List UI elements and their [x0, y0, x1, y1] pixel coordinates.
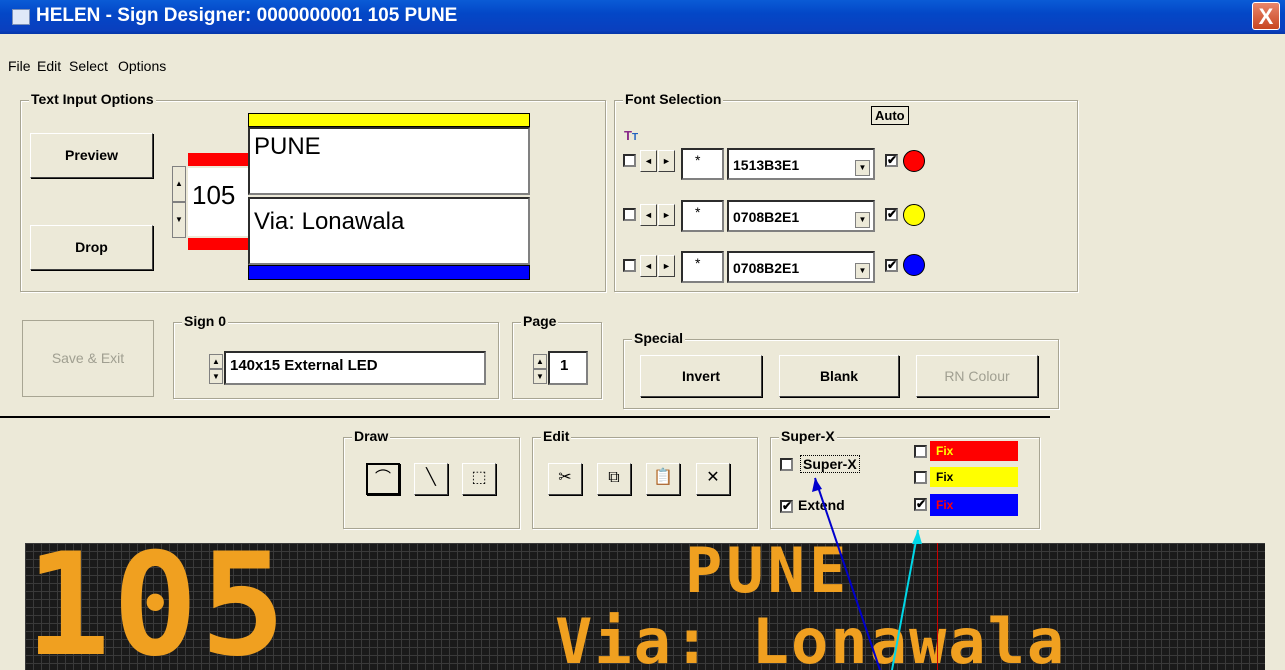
annotation-arrows: [812, 477, 922, 670]
arrow-superx-head: [812, 478, 822, 492]
arrow-fix: [891, 529, 919, 670]
arrow-superx: [814, 477, 881, 670]
